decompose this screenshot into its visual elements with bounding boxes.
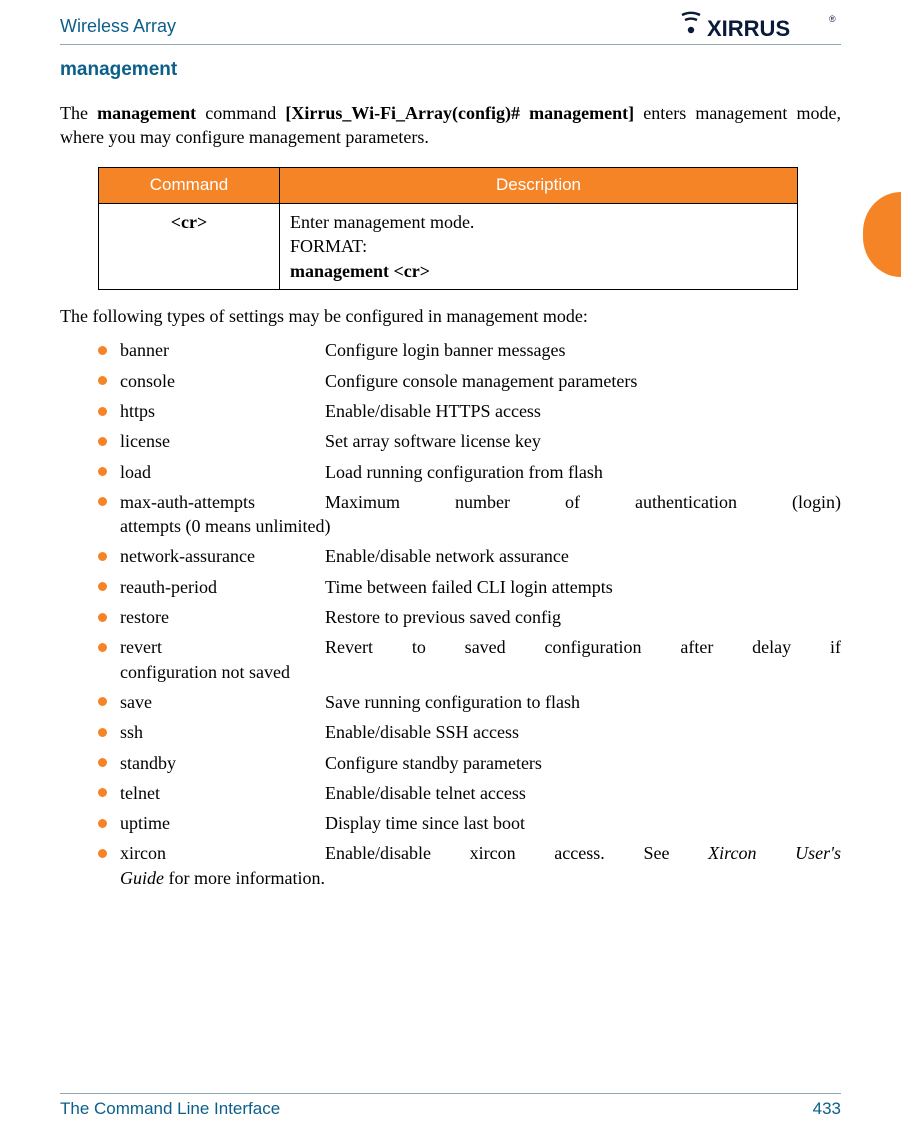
settings-list: banner Configure login banner messagesco… bbox=[98, 338, 841, 890]
intro-text-pre: The bbox=[60, 103, 97, 123]
footer-section: The Command Line Interface bbox=[60, 1098, 280, 1121]
table-cell-description: Enter management mode. FORMAT: managemen… bbox=[280, 204, 798, 290]
list-item: network-assuranceEnable/disable network … bbox=[98, 544, 841, 568]
setting-description: Display time since last boot bbox=[325, 811, 841, 835]
xirrus-logo-svg: XIRRUS ® bbox=[681, 10, 841, 42]
following-text: The following types of settings may be c… bbox=[60, 304, 841, 328]
setting-description: Configure standby parameters bbox=[325, 751, 841, 775]
setting-description-cont: attempts (0 means unlimited) bbox=[120, 514, 841, 538]
svg-text:XIRRUS: XIRRUS bbox=[707, 16, 790, 41]
setting-key: telnet bbox=[120, 781, 325, 805]
setting-key: standby bbox=[120, 751, 325, 775]
list-item: licenseSet array software license key bbox=[98, 429, 841, 453]
setting-description: Enable/disable SSH access bbox=[325, 720, 841, 744]
setting-key: uptime bbox=[120, 811, 325, 835]
setting-key: reauth-period bbox=[120, 575, 325, 599]
setting-description: Time between failed CLI login attempts bbox=[325, 575, 841, 599]
setting-key: save bbox=[120, 690, 325, 714]
setting-key: https bbox=[120, 399, 325, 423]
citation-italic: Guide bbox=[120, 868, 164, 888]
setting-description: Enable/disable network assurance bbox=[325, 544, 841, 568]
page-header: Wireless Array XIRRUS ® bbox=[60, 10, 841, 45]
setting-key: load bbox=[120, 460, 325, 484]
intro-command: management bbox=[97, 103, 196, 123]
setting-key: revert bbox=[120, 635, 325, 659]
setting-description: Enable/disable HTTPS access bbox=[325, 399, 841, 423]
list-item: xirconEnable/disable xircon access. See … bbox=[98, 841, 841, 890]
section-title: management bbox=[60, 57, 841, 83]
setting-key: network-assurance bbox=[120, 544, 325, 568]
intro-text-mid: command bbox=[196, 103, 285, 123]
table-header-description: Description bbox=[280, 168, 798, 204]
header-title: Wireless Array bbox=[60, 14, 176, 38]
citation-italic: Xircon User's bbox=[708, 843, 841, 863]
setting-description-cont: Guide for more information. bbox=[120, 866, 841, 890]
list-item: restoreRestore to previous saved config bbox=[98, 605, 841, 629]
setting-key: ssh bbox=[120, 720, 325, 744]
list-item: loadLoad running configuration from flas… bbox=[98, 460, 841, 484]
setting-key: max-auth-attempts bbox=[120, 490, 325, 514]
list-item: standbyConfigure standby parameters bbox=[98, 751, 841, 775]
setting-description: Configure login banner messages bbox=[325, 338, 841, 362]
table-cell-command: <cr> bbox=[99, 204, 280, 290]
list-item: max-auth-attemptsMaximum number of authe… bbox=[98, 490, 841, 539]
list-item: reauth-periodTime between failed CLI log… bbox=[98, 575, 841, 599]
thumb-tab-decoration bbox=[863, 192, 901, 277]
list-item: saveSave running configuration to flash bbox=[98, 690, 841, 714]
page-footer: The Command Line Interface 433 bbox=[60, 1093, 841, 1121]
command-table: Command Description <cr> Enter managemen… bbox=[98, 167, 798, 290]
intro-bracket: [Xirrus_Wi-Fi_Array(config)# management] bbox=[285, 103, 634, 123]
setting-key: license bbox=[120, 429, 325, 453]
svg-text:®: ® bbox=[829, 14, 836, 24]
table-row: <cr> Enter management mode. FORMAT: mana… bbox=[99, 204, 798, 290]
setting-description: Revert to saved configuration after dela… bbox=[325, 635, 841, 659]
setting-description: Maximum number of authentication (login) bbox=[325, 490, 841, 514]
setting-description: Enable/disable xircon access. See Xircon… bbox=[325, 841, 841, 865]
desc-line-2: FORMAT: bbox=[290, 234, 787, 258]
list-item: revertRevert to saved configuration afte… bbox=[98, 635, 841, 684]
list-item: banner Configure login banner messages bbox=[98, 338, 841, 362]
list-item: telnetEnable/disable telnet access bbox=[98, 781, 841, 805]
setting-description: Restore to previous saved config bbox=[325, 605, 841, 629]
setting-description: Save running configuration to flash bbox=[325, 690, 841, 714]
desc-line-1: Enter management mode. bbox=[290, 210, 787, 234]
intro-paragraph: The management command [Xirrus_Wi-Fi_Arr… bbox=[60, 101, 841, 150]
list-item: sshEnable/disable SSH access bbox=[98, 720, 841, 744]
table-header-command: Command bbox=[99, 168, 280, 204]
list-item: consoleConfigure console management para… bbox=[98, 369, 841, 393]
table-header-row: Command Description bbox=[99, 168, 798, 204]
setting-key: restore bbox=[120, 605, 325, 629]
setting-description: Set array software license key bbox=[325, 429, 841, 453]
setting-key: xircon bbox=[120, 841, 325, 865]
setting-key: console bbox=[120, 369, 325, 393]
setting-description-cont: configuration not saved bbox=[120, 660, 841, 684]
footer-page-number: 433 bbox=[813, 1098, 841, 1121]
setting-description: Configure console management parameters bbox=[325, 369, 841, 393]
setting-description: Enable/disable telnet access bbox=[325, 781, 841, 805]
list-item: httpsEnable/disable HTTPS access bbox=[98, 399, 841, 423]
list-item: uptimeDisplay time since last boot bbox=[98, 811, 841, 835]
xirrus-logo: XIRRUS ® bbox=[681, 10, 841, 42]
setting-description: Load running configuration from flash bbox=[325, 460, 841, 484]
setting-key: banner bbox=[120, 338, 325, 362]
desc-line-3: management <cr> bbox=[290, 259, 787, 283]
